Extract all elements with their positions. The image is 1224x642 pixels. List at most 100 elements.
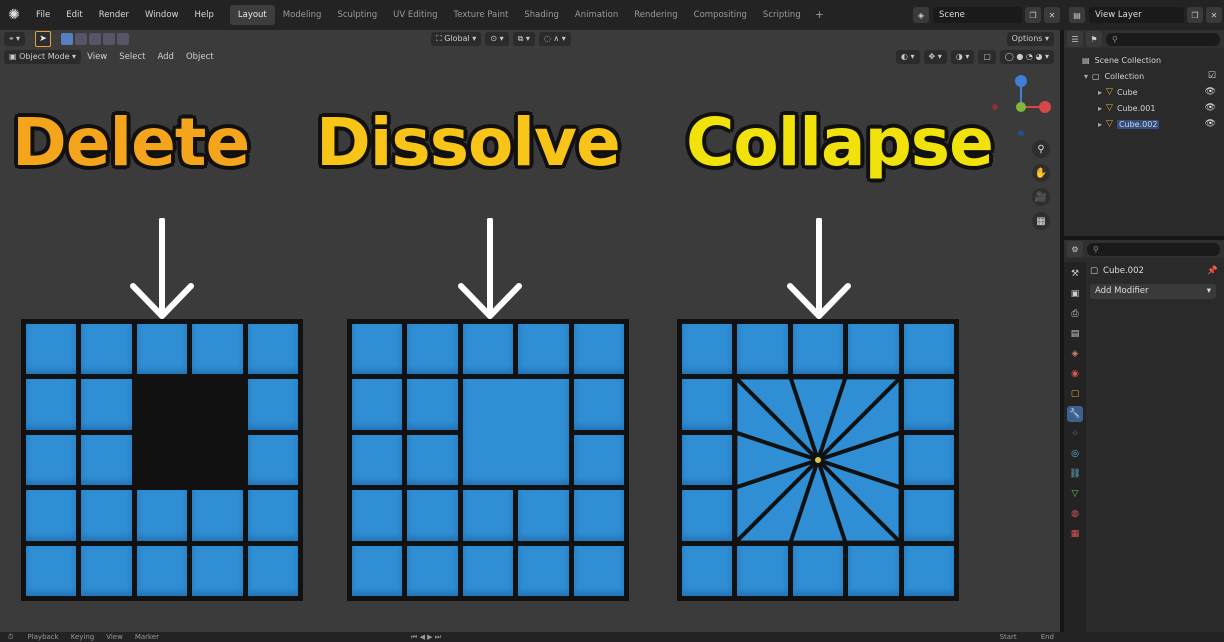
mesh-face <box>26 324 77 375</box>
menu-render[interactable]: Render <box>91 0 137 30</box>
visibility-icon[interactable]: ◐ ▾ <box>895 50 920 64</box>
select-subtract-icon[interactable] <box>89 33 102 45</box>
add-menu[interactable]: Add <box>151 52 179 62</box>
select-extend-icon[interactable] <box>75 33 88 45</box>
particles-tab-icon[interactable]: ⁘ <box>1067 426 1083 442</box>
outliner-row-cube-002[interactable]: ▸ ▽ Cube.002 👁 <box>1064 116 1224 132</box>
tab-compositing[interactable]: Compositing <box>686 5 755 25</box>
menu-edit[interactable]: Edit <box>58 0 90 30</box>
proportional-edit-icon[interactable]: ◌ ∧ ▾ <box>538 32 571 46</box>
view-layer-tab-icon[interactable]: ▤ <box>1067 326 1083 342</box>
menu-file[interactable]: File <box>28 0 58 30</box>
object-menu[interactable]: Object <box>180 52 220 62</box>
data-tab-icon[interactable]: ▽ <box>1067 486 1083 502</box>
output-tab-icon[interactable]: ⎙ <box>1067 306 1083 322</box>
tab-shading[interactable]: Shading <box>516 5 567 25</box>
menu-window[interactable]: Window <box>137 0 187 30</box>
outliner-search[interactable]: ⚲ <box>1106 32 1220 46</box>
tab-modeling[interactable]: Modeling <box>275 5 330 25</box>
expand-icon[interactable]: ▸ <box>1098 104 1102 113</box>
timeline-type-icon[interactable]: ⏱ <box>8 633 13 642</box>
tab-animation[interactable]: Animation <box>567 5 626 25</box>
close-icon[interactable]: ✕ <box>1044 7 1060 23</box>
view-layer-icon[interactable]: ▤ <box>1069 7 1085 23</box>
modifier-tab-icon[interactable]: 🔧 <box>1067 406 1083 422</box>
tab-sculpting[interactable]: Sculpting <box>329 5 385 25</box>
navigation-gizmo[interactable] <box>984 72 1054 142</box>
gizmo-toggle-icon[interactable]: ✥ ▾ <box>923 50 947 64</box>
view-menu[interactable]: View <box>106 633 123 641</box>
eye-icon[interactable]: 👁 <box>1205 103 1216 113</box>
mesh-face <box>407 379 458 430</box>
expand-icon[interactable]: ▾ <box>1084 72 1088 81</box>
view-layer-field[interactable]: View Layer <box>1089 7 1184 23</box>
outliner-row-cube[interactable]: ▸ ▽ Cube 👁 <box>1064 84 1224 100</box>
tool-tab-icon[interactable]: ⚒ <box>1067 266 1083 282</box>
view-menu[interactable]: View <box>81 52 113 62</box>
menu-help[interactable]: Help <box>186 0 221 30</box>
texture-tab-icon[interactable]: ▦ <box>1067 526 1083 542</box>
snap-icon[interactable]: ⧉ ▾ <box>512 32 535 46</box>
shading-mode-icons[interactable]: ◯ ● ◔ ◕ ▾ <box>999 50 1054 64</box>
checkbox-icon[interactable]: ☑ <box>1208 71 1216 81</box>
tab-layout[interactable]: Layout <box>229 5 275 25</box>
overlay-toggle-icon[interactable]: ◑ ▾ <box>950 50 975 64</box>
playback-controls-icon[interactable]: ⏮ ◀ ▶ ⏭ <box>411 633 441 642</box>
transform-orientation-dropdown[interactable]: ⛶ Global ▾ <box>431 32 482 46</box>
grid-icon[interactable]: ▦ <box>1032 212 1050 230</box>
zoom-icon[interactable]: ⚲ <box>1032 140 1050 158</box>
marker-menu[interactable]: Marker <box>135 633 159 641</box>
scene-icon[interactable]: ◈ <box>913 7 929 23</box>
outliner-row-scene-collection[interactable]: ▤ Scene Collection <box>1064 52 1224 68</box>
properties-editor: ⚙ ⚲ ⚒ ▣ ⎙ ▤ ◈ ◉ ▢ 🔧 ⁘ ◎ ⛓ ▽ ◍ ▦ ▢ Cube.0… <box>1064 240 1224 632</box>
expand-icon[interactable]: ▸ <box>1098 120 1102 129</box>
select-new-icon[interactable] <box>61 33 74 45</box>
start-label[interactable]: Start <box>1000 633 1017 641</box>
outliner-row-cube-001[interactable]: ▸ ▽ Cube.001 👁 <box>1064 100 1224 116</box>
mode-dropdown[interactable]: ▣ Object Mode ▾ <box>4 50 82 64</box>
scene-tab-icon[interactable]: ◈ <box>1067 346 1083 362</box>
select-invert-icon[interactable] <box>103 33 116 45</box>
constraints-tab-icon[interactable]: ⛓ <box>1067 466 1083 482</box>
keying-menu[interactable]: Keying <box>71 633 95 641</box>
filter-icon[interactable]: ⚑ <box>1086 31 1102 47</box>
material-tab-icon[interactable]: ◍ <box>1067 506 1083 522</box>
physics-tab-icon[interactable]: ◎ <box>1067 446 1083 462</box>
tab-uv-editing[interactable]: UV Editing <box>385 5 445 25</box>
add-modifier-button[interactable]: Add Modifier ▾ <box>1090 284 1216 299</box>
3d-viewport[interactable]: ⌖ ▾ ➤ ⛶ Global ▾ ⊙ ▾ ⧉ ▾ ◌ ∧ ▾ Options ▾… <box>0 30 1060 632</box>
eye-icon[interactable]: 👁 <box>1205 119 1216 129</box>
xray-icon[interactable]: ▢ <box>978 50 996 64</box>
outliner-row-collection[interactable]: ▾ ▢ Collection ☑ <box>1064 68 1224 84</box>
copy-view-layer-icon[interactable]: ❐ <box>1187 7 1203 23</box>
close-icon[interactable]: ✕ <box>1206 7 1222 23</box>
camera-icon[interactable]: 🎥 <box>1032 188 1050 206</box>
pin-icon[interactable]: 📌 <box>1207 262 1218 280</box>
editor-type-icon[interactable]: ⌖ ▾ <box>4 32 26 46</box>
select-intersect-icon[interactable] <box>117 33 130 45</box>
expand-icon[interactable]: ▸ <box>1098 88 1102 97</box>
end-label[interactable]: End <box>1041 633 1054 641</box>
object-name[interactable]: Cube.002 <box>1103 262 1144 280</box>
select-menu[interactable]: Select <box>113 52 151 62</box>
select-tool-icon[interactable]: ➤ <box>35 31 52 47</box>
options-dropdown[interactable]: Options ▾ <box>1006 32 1054 46</box>
eye-icon[interactable]: 👁 <box>1205 87 1216 97</box>
pan-hand-icon[interactable]: ✋ <box>1032 164 1050 182</box>
properties-type-icon[interactable]: ⚙ <box>1067 241 1083 257</box>
tab-texture-paint[interactable]: Texture Paint <box>446 5 517 25</box>
outliner-type-icon[interactable]: ☰ <box>1067 31 1083 47</box>
tab-rendering[interactable]: Rendering <box>626 5 685 25</box>
pivot-icon[interactable]: ⊙ ▾ <box>485 32 509 46</box>
tab-scripting[interactable]: Scripting <box>755 5 809 25</box>
render-tab-icon[interactable]: ▣ <box>1067 286 1083 302</box>
mesh-face <box>81 434 132 486</box>
scene-field[interactable]: Scene <box>933 7 1022 23</box>
object-tab-icon[interactable]: ▢ <box>1067 386 1083 402</box>
blender-logo-icon[interactable]: ✺ <box>4 5 24 25</box>
copy-scene-icon[interactable]: ❐ <box>1025 7 1041 23</box>
playback-menu[interactable]: Playback <box>27 633 58 641</box>
add-workspace-button[interactable]: + <box>809 5 830 25</box>
properties-search[interactable]: ⚲ <box>1087 242 1220 256</box>
world-tab-icon[interactable]: ◉ <box>1067 366 1083 382</box>
